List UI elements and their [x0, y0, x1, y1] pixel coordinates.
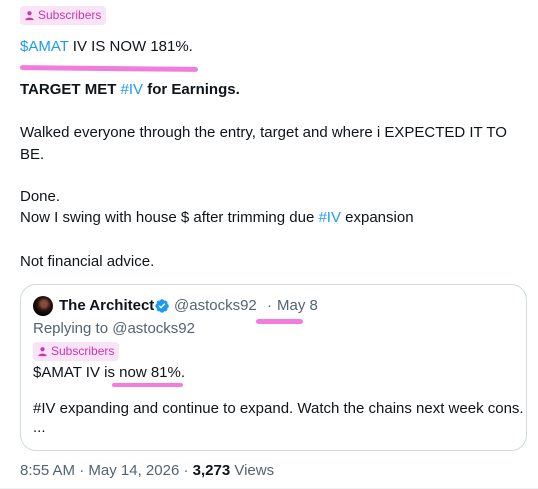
tweet-text: expansion	[340, 209, 414, 226]
tweet-date[interactable]: May 14, 2026	[88, 462, 179, 479]
tweet-text: IV IS NOW 181%.	[68, 38, 193, 55]
quote-line-1: $AMAT IV is now 81%.	[33, 364, 186, 381]
quote-line-2: #IV expanding and continue to expand. Wa…	[33, 400, 524, 417]
subscribers-badge: Subscribers	[33, 342, 120, 361]
replying-to: Replying to @astocks92	[33, 320, 195, 337]
quote-author-handle[interactable]: @astocks92	[174, 296, 257, 316]
highlight-underline	[256, 319, 303, 324]
tweet-text: for Earnings.	[143, 81, 240, 98]
highlight-underline	[112, 383, 183, 387]
tweet-line-1: $AMAT IV IS NOW 181%.	[20, 37, 193, 57]
verified-badge-icon	[155, 299, 169, 313]
tweet: Subscribers $AMAT IV IS NOW 181%. TARGET…	[0, 0, 538, 489]
highlight-underline	[19, 65, 199, 72]
subscribers-badge: Subscribers	[20, 6, 107, 25]
tweet-text: Now I swing with house $ after trimming …	[20, 209, 319, 226]
quote-author-name[interactable]: The Architect	[59, 296, 154, 316]
tweet-time[interactable]: 8:55 AM	[20, 462, 75, 479]
hashtag-link[interactable]: #IV	[318, 209, 341, 226]
subscribers-icon	[37, 346, 48, 357]
tweet-text: TARGET MET	[20, 81, 121, 98]
separator-dot: ·	[79, 462, 85, 479]
views-label: Views	[234, 462, 275, 479]
quote-date[interactable]: May 8	[277, 296, 318, 316]
tweet-line-3: Walked everyone through the entry, targe…	[20, 124, 507, 141]
quoted-tweet[interactable]: The Architect @astocks92 · May 8 Replyin…	[20, 284, 527, 451]
separator-dot: ·	[267, 297, 272, 314]
views-count: 3,273	[192, 462, 231, 479]
tweet-line-5: Done.	[20, 188, 61, 205]
hashtag-link[interactable]: #IV	[121, 81, 144, 98]
subscribers-icon	[24, 10, 35, 21]
tweet-line-2: TARGET MET #IV for Earnings.	[20, 80, 240, 100]
cashtag-link[interactable]: $AMAT	[20, 38, 69, 55]
avatar[interactable]	[33, 296, 53, 316]
separator-dot: ·	[183, 462, 189, 479]
tweet-meta: 8:55 AM · May 14, 2026 · 3,273 Views	[20, 461, 274, 481]
quote-line-3: ...	[33, 419, 46, 436]
tweet-line-6: Now I swing with house $ after trimming …	[20, 208, 414, 228]
subscribers-label: Subscribers	[51, 344, 115, 358]
tweet-line-4: BE.	[20, 146, 45, 163]
subscribers-label: Subscribers	[38, 8, 102, 22]
tweet-line-7: Not financial advice.	[20, 253, 155, 270]
